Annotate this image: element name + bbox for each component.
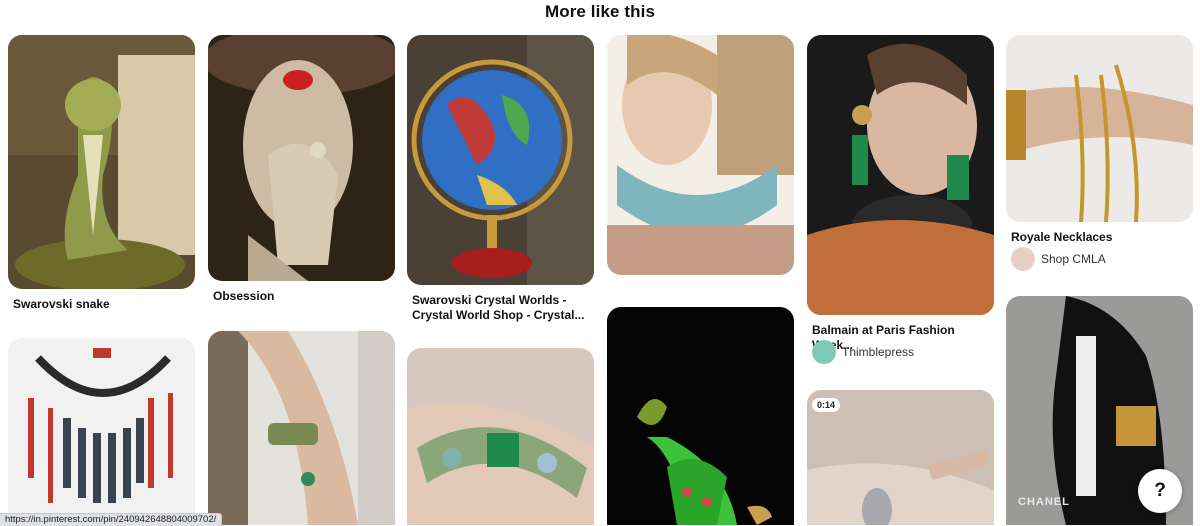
pin-title-royale-necklaces[interactable]: Royale Necklaces — [1011, 230, 1196, 245]
pin-image-jeweled-bracelet[interactable] — [407, 348, 594, 525]
pin-title-line-1: Swarovski Crystal Worlds - — [412, 293, 567, 307]
status-bar-url: https://in.pinterest.com/pin/24094264880… — [0, 513, 223, 526]
video-duration-badge: 0:14 — [812, 398, 841, 412]
pin-image-swarovski-snake[interactable] — [8, 35, 195, 289]
source-shop-cmla[interactable]: Shop CMLA — [1011, 247, 1106, 271]
pin-title-obsession[interactable]: Obsession — [213, 289, 398, 304]
help-button[interactable]: ? — [1138, 469, 1182, 513]
pin-image-balmain-emerald-earrings[interactable] — [807, 35, 994, 315]
pin-image-obsession[interactable] — [208, 35, 395, 281]
pin-image-coral-necklace[interactable] — [8, 338, 195, 525]
pin-image-crystal-globe[interactable] — [407, 35, 594, 285]
source-name: Thimblepress — [842, 345, 915, 359]
pin-image-green-flower-brooch[interactable] — [607, 307, 794, 525]
source-thimblepress[interactable]: Thimblepress — [812, 340, 914, 364]
chanel-watermark: CHANEL — [1018, 496, 1070, 508]
source-name: Shop CMLA — [1041, 252, 1106, 266]
pin-title-line-2: Crystal World Shop - Crystal... — [412, 307, 585, 322]
pin-image-emerald-bracelet-hand[interactable] — [208, 331, 395, 525]
section-heading: More like this — [544, 2, 656, 21]
pin-image-turquoise-necklace[interactable] — [607, 35, 794, 275]
source-avatar[interactable] — [812, 340, 836, 364]
pin-title-swarovski-snake[interactable]: Swarovski snake — [13, 297, 198, 312]
pin-image-royale-necklaces[interactable] — [1006, 35, 1193, 222]
pin-title-crystal-worlds[interactable]: Swarovski Crystal Worlds - Crystal World… — [412, 293, 597, 322]
source-avatar[interactable] — [1011, 247, 1035, 271]
